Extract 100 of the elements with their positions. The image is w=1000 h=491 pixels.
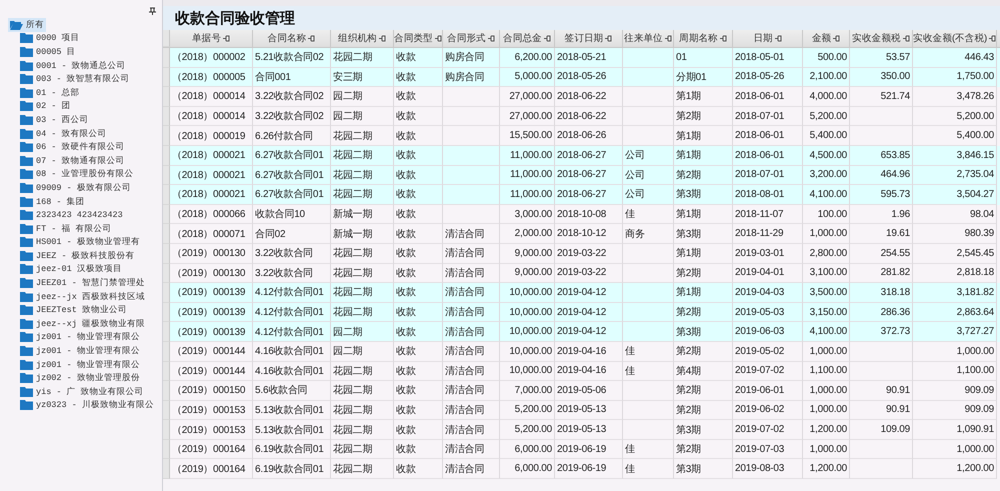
table-row[interactable]: （2018）000019 6.26付款合同 花园二期 收款 15,500.00 2018-06-26 第1期 2018-06-01 5,400.00 5,400.00 [163, 126, 1000, 146]
tree-item[interactable]: jz001 - 物业管理有限公 [18, 344, 142, 358]
tree-item[interactable]: yis - 广 致物业有限公司 [18, 385, 146, 399]
row-header[interactable] [163, 106, 170, 126]
column-header[interactable]: 实收金额税 [850, 30, 913, 47]
row-header[interactable] [163, 87, 170, 107]
tree-item[interactable]: jz001 - 物业管理有限公 [18, 358, 142, 372]
table-row[interactable]: （2018）000014 3.22收款合同02 园二期 收款 27,000.00 2018-06-22 第2期 2018-07-01 5,200.00 5,200.00 [163, 106, 1000, 126]
tree-item[interactable]: 01 - 总部 [18, 86, 82, 100]
tree-item[interactable]: 08 - 业管理股份有限公 [18, 168, 136, 182]
row-header[interactable] [163, 166, 170, 186]
column-header[interactable]: 合同形式 [443, 30, 500, 47]
tree-item[interactable]: jeez-01 汉极致项目 [18, 262, 124, 276]
table-row[interactable]: （2019）000150 5.6收款合同 花园二期 收款 清洁合同 7,000.00 2019-05-06 第2期 2019-06-01 1,000.00 90.91 909.09 [163, 381, 1000, 401]
table-row[interactable]: （2018）000071 合同02 新城一期 收款 清洁合同 2,000.00 2018-10-12 商务 第3期 2018-11-29 1,000.00 19.61 980.39 [163, 224, 1000, 244]
pin-icon[interactable] [434, 35, 442, 42]
tree-item[interactable]: JEEZ - 极致科技股份有 [18, 249, 137, 263]
table-row[interactable]: （2019）000144 4.16收款合同01 花园二期 收款 清洁合同 10,000.00 2019-04-16 佳 第4期 2019-07-02 1,100.00 1,100.00 [163, 362, 1000, 382]
row-header[interactable] [163, 185, 170, 205]
row-header[interactable] [163, 146, 170, 166]
table-row[interactable]: （2018）000021 6.27收款合同01 花园二期 收款 11,000.00 2018-06-27 公司 第3期 2018-08-01 4,100.00 595.73 3,504.27 [163, 185, 1000, 205]
table-row[interactable]: （2018）000014 3.22收款合同02 园二期 收款 27,000.00 2018-06-22 第1期 2018-06-01 4,000.00 521.74 3,478.26 [163, 87, 1000, 107]
table-row[interactable]: （2018）000002 5.21收款合同02 花园二期 收款 购房合同 6,200.00 2018-05-21 01 2018-05-01 500.00 53.57 446.43 [163, 48, 1000, 68]
row-header[interactable] [163, 322, 170, 342]
tree-item[interactable]: 168 - 集团 [18, 194, 87, 208]
table-row[interactable]: （2019）000130 3.22收款合同 花园二期 收款 清洁合同 9,000.00 2019-03-22 第2期 2019-04-01 3,100.00 281.82 2,818.18 [163, 264, 1000, 284]
pin-icon[interactable] [720, 35, 727, 42]
tree-item[interactable]: 00005 目 [18, 45, 78, 59]
tree-item[interactable]: jz002 - 致物业管理股份 [18, 371, 142, 386]
pin-icon[interactable] [149, 7, 156, 15]
row-header[interactable] [163, 342, 170, 362]
tree-item[interactable]: 02 - 团 [18, 100, 73, 114]
row-header[interactable] [163, 283, 170, 303]
table-row[interactable]: （2018）000021 6.27收款合同01 花园二期 收款 11,000.00 2018-06-27 公司 第2期 2018-07-01 3,200.00 464.96 2,735.04 [163, 166, 1000, 186]
column-header[interactable]: 实收金额(不含税) [913, 30, 997, 47]
tree-item[interactable]: jeez--xj 疆极致物业有限 [18, 317, 147, 331]
row-header[interactable] [163, 68, 170, 88]
tree-item[interactable]: JEEZ01 - 智慧门禁管理处 [18, 276, 147, 290]
tree-item[interactable]: yz0323 - 川极致物业有限公 [18, 398, 156, 412]
row-header[interactable] [163, 440, 170, 460]
row-header[interactable] [163, 400, 170, 420]
column-header[interactable]: 日期 [733, 30, 803, 47]
column-header[interactable]: 合同名称 [253, 30, 331, 47]
table-row[interactable]: （2019）000130 3.22收款合同 花园二期 收款 清洁合同 9,000.00 2019-03-22 第1期 2019-03-01 2,800.00 254.55 2,545.45 [163, 244, 1000, 264]
row-header[interactable] [163, 362, 170, 382]
tree-item[interactable]: HS001 - 极致物业管理有 [18, 236, 142, 250]
table-row[interactable]: （2019）000139 4.12付款合同01 园二期 收款 清洁合同 10,000.00 2019-04-12 第3期 2019-06-03 4,100.00 372.73 3,727.27 [163, 322, 1000, 342]
tree-item[interactable]: 0000 项目 [18, 32, 82, 46]
pin-icon[interactable] [833, 35, 840, 42]
table-row[interactable]: （2018）000005 合同001 安三期 收款 购房合同 5,000.00 2018-05-26 分期01 2018-05-26 2,100.00 350.00 1,750.00 [163, 68, 1000, 88]
tree-item[interactable]: 06 - 致硬件有限公司 [18, 140, 127, 154]
column-header[interactable]: 周期名称 [674, 30, 733, 47]
pin-icon[interactable] [664, 35, 672, 42]
tree-item[interactable]: 03 - 西公司 [18, 113, 91, 127]
table-row[interactable]: （2019）000153 5.13收款合同01 花园二期 收款 清洁合同 5,200.00 2019-05-13 第3期 2019-07-02 1,200.00 109.09 1,090.91 [163, 420, 1000, 440]
tree-item[interactable]: 0001 - 致物通总公司 [18, 58, 128, 72]
row-header[interactable] [163, 420, 170, 440]
tree-item[interactable]: jz001 - 物业管理有限公 [18, 330, 142, 344]
pin-icon[interactable] [308, 35, 316, 42]
pin-icon[interactable] [223, 35, 230, 42]
column-header[interactable]: 签订日期 [555, 30, 623, 47]
column-header[interactable]: 合同类型 [394, 30, 443, 47]
tree-item[interactable]: 003 - 致智慧有限公司 [18, 72, 132, 86]
column-header[interactable]: 合同总金 [500, 30, 555, 47]
tree-item[interactable]: 2323423 423423423 [18, 208, 125, 222]
row-header[interactable] [163, 126, 170, 146]
tree-item[interactable]: FT - 福 有限公司 [18, 222, 114, 236]
row-header[interactable] [163, 459, 170, 480]
pin-icon[interactable] [378, 35, 386, 42]
column-header[interactable]: 组织机构 [331, 30, 394, 47]
row-header[interactable] [163, 264, 170, 284]
row-header[interactable] [163, 48, 170, 68]
table-row[interactable]: （2019）000153 5.13收款合同01 花园二期 收款 清洁合同 5,200.00 2019-05-13 第2期 2019-06-02 1,000.00 90.91 909.09 [163, 400, 1000, 420]
pin-icon[interactable] [544, 35, 551, 42]
row-header[interactable] [163, 381, 170, 401]
column-header[interactable]: 单据号 [170, 30, 253, 47]
table-row[interactable]: （2018）000066 收款合同10 新城一期 收款 3,000.00 2018-10-08 佳 第1期 2018-11-07 100.00 1.96 98.04 [163, 204, 1000, 224]
row-header[interactable] [163, 244, 170, 264]
pin-icon[interactable] [605, 35, 612, 42]
tree-item[interactable]: 09009 - 极致有限公司 [18, 181, 133, 195]
column-header[interactable]: 金额 [803, 30, 850, 47]
column-header[interactable]: 往来单位 [623, 30, 674, 47]
table-row[interactable]: （2019）000144 4.16收款合同01 园二期 收款 清洁合同 10,000.00 2019-04-16 佳 第2期 2019-05-02 1,000.00 1,000.00 [163, 342, 1000, 362]
table-row[interactable]: （2018）000021 6.27收款合同01 花园二期 收款 11,000.00 2018-06-27 公司 第1期 2018-06-01 4,500.00 653.85 3,846.15 [163, 146, 1000, 166]
row-header[interactable] [163, 224, 170, 244]
tree-item[interactable]: 04 - 致有限公司 [18, 126, 109, 140]
pin-icon[interactable] [988, 35, 996, 42]
tree-item[interactable]: 所有 [8, 18, 46, 32]
row-header[interactable] [163, 302, 170, 322]
pin-icon[interactable] [488, 35, 495, 42]
table-row[interactable]: （2019）000139 4.12付款合同01 花园二期 收款 清洁合同 10,000.00 2019-04-12 第2期 2019-05-03 3,150.00 286.36 2,863.64 [163, 302, 1000, 322]
tree-item[interactable]: JEEZTest 致物业公司 [18, 303, 129, 318]
table-row[interactable]: （2019）000164 6.19收款合同01 花园二期 收款 清洁合同 6,000.00 2019-06-19 佳 第2期 2019-07-03 1,000.00 1,000.00 [163, 440, 1000, 460]
table-row[interactable]: （2019）000139 4.12付款合同01 花园二期 收款 清洁合同 10,000.00 2019-04-12 第1期 2019-04-03 3,500.00 318.18 3,181.82 [163, 283, 1000, 303]
row-header[interactable] [163, 204, 170, 224]
pin-icon[interactable] [902, 35, 910, 42]
tree-item[interactable]: 07 - 致物通有限公司 [18, 154, 127, 168]
table-row[interactable]: （2019）000164 6.19收款合同01 花园二期 收款 清洁合同 6,000.00 2019-06-19 佳 第3期 2019-08-03 1,200.00 1,200.00 [163, 459, 1000, 480]
pin-icon[interactable] [774, 35, 782, 42]
tree-item[interactable]: jeez--jx 西极致科技区域 [18, 290, 147, 304]
